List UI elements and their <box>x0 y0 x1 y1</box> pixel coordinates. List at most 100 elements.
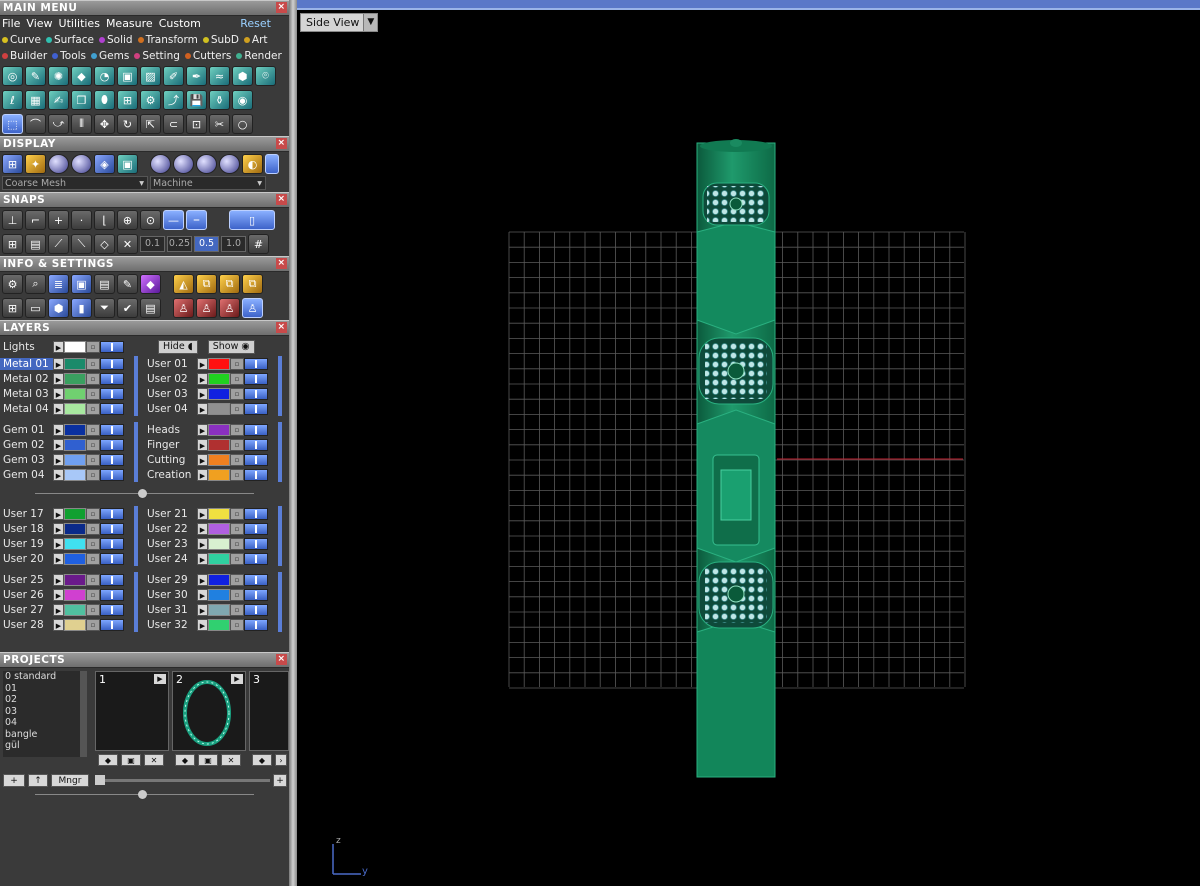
visibility-toggle[interactable] <box>100 372 124 385</box>
lock-icon[interactable]: ▫ <box>86 537 100 550</box>
lock-icon[interactable]: ▫ <box>230 552 244 565</box>
list-item[interactable]: 01 <box>5 683 83 695</box>
lock-icon[interactable]: ▫ <box>230 357 244 370</box>
lock-icon[interactable]: ▫ <box>230 573 244 586</box>
play-icon[interactable]: ▶ <box>197 603 208 616</box>
layer-color-swatch[interactable] <box>64 387 86 400</box>
figure-icon-3[interactable]: ♙ <box>219 298 240 318</box>
layer-row[interactable]: User 17 ▶ ▫ <box>0 506 124 521</box>
lock-icon[interactable]: ▫ <box>86 357 100 370</box>
pen-tool-icon[interactable]: ✒ <box>186 66 207 86</box>
document-icon[interactable]: ▤ <box>94 274 115 294</box>
lock-icon[interactable]: ▫ <box>230 387 244 400</box>
play-icon[interactable]: ▶ <box>197 552 208 565</box>
layer-row[interactable]: User 01 ▶ ▫ <box>144 356 268 371</box>
layer-color-swatch[interactable] <box>208 387 230 400</box>
play-icon[interactable]: ▶ <box>197 468 208 481</box>
visibility-toggle[interactable] <box>244 357 268 370</box>
visibility-toggle[interactable] <box>244 588 268 601</box>
projects-splitter[interactable] <box>0 790 289 799</box>
project-list[interactable]: 0 standard 01 02 03 04 bangle gül <box>3 671 83 757</box>
layer-color-swatch[interactable] <box>208 537 230 550</box>
snap-value-0.25[interactable]: 0.25 <box>167 236 192 252</box>
box-info-icon[interactable]: ▣ <box>71 274 92 294</box>
layer-color-swatch[interactable] <box>64 438 86 451</box>
module-surface[interactable]: Surface <box>45 32 94 48</box>
play-icon[interactable]: ▶ <box>53 402 64 415</box>
layer-row[interactable]: User 21 ▶ ▫ <box>144 506 268 521</box>
visibility-toggle[interactable] <box>244 402 268 415</box>
snap-diagonal-icon[interactable]: ⟋ <box>48 234 69 254</box>
close-icon[interactable]: × <box>276 2 287 13</box>
layer-row[interactable]: User 25 ▶ ▫ <box>0 572 124 587</box>
play-icon[interactable]: ▶ <box>197 402 208 415</box>
project-slot-1[interactable]: 1 ▶ <box>95 671 169 751</box>
layer-color-swatch[interactable] <box>208 603 230 616</box>
module-cutters[interactable]: Cutters <box>184 48 231 64</box>
frame-icon-3[interactable]: ⧉ <box>242 274 263 294</box>
lock-icon[interactable]: ▫ <box>86 603 100 616</box>
grid-display-icon[interactable]: ▣ <box>117 154 138 174</box>
play-icon[interactable]: ▶ <box>53 468 64 481</box>
layer-color-swatch[interactable] <box>64 423 86 436</box>
diamond-tool-icon[interactable]: ◆ <box>71 66 92 86</box>
play-icon[interactable]: ▶ <box>197 522 208 535</box>
load-icon[interactable]: ◆ <box>252 754 272 766</box>
play-icon[interactable]: ▶ <box>53 537 64 550</box>
render-icon[interactable]: ◈ <box>94 154 115 174</box>
figure-icon-4[interactable]: ♙ <box>242 298 263 318</box>
main-menu-header[interactable]: MAIN MENU × <box>0 0 289 16</box>
snap-perp-icon[interactable]: ⊥ <box>2 210 23 230</box>
visibility-toggle[interactable] <box>244 468 268 481</box>
lock-icon[interactable]: ▫ <box>230 402 244 415</box>
visibility-toggle[interactable] <box>100 537 124 550</box>
layer-row[interactable]: User 28 ▶ ▫ <box>0 617 124 632</box>
visibility-toggle[interactable] <box>244 522 268 535</box>
play-icon[interactable]: ▶ <box>53 372 64 385</box>
lock-icon[interactable]: ▫ <box>230 618 244 631</box>
lock-icon[interactable]: ▫ <box>230 438 244 451</box>
project-slot-2[interactable]: 2 ▶ <box>172 671 246 751</box>
visibility-toggle[interactable] <box>244 618 268 631</box>
snap-mode-button[interactable]: ▯ <box>229 210 275 230</box>
layer-color-swatch[interactable] <box>64 618 86 631</box>
play-icon[interactable]: ▶ <box>53 438 64 451</box>
layer-row[interactable]: User 23 ▶ ▫ <box>144 536 268 551</box>
snap-tangent-icon[interactable]: ⌐ <box>25 210 46 230</box>
play-icon[interactable]: ▶ <box>197 573 208 586</box>
viewport[interactable]: Side View ▼ z y <box>297 0 1200 886</box>
slot-scroll-thumb[interactable] <box>95 775 105 785</box>
layer-color-swatch[interactable] <box>64 537 86 550</box>
reset-button[interactable]: Reset <box>240 16 271 32</box>
figure-icon-2[interactable]: ♙ <box>196 298 217 318</box>
layer-color-swatch[interactable] <box>64 357 86 370</box>
visibility-toggle[interactable] <box>100 438 124 451</box>
lock-icon[interactable]: ▫ <box>86 340 100 353</box>
visibility-toggle[interactable] <box>100 340 124 353</box>
select-tool-icon[interactable]: ⬚ <box>2 114 23 134</box>
lock-icon[interactable]: ▫ <box>86 453 100 466</box>
snap-value-0.5[interactable]: 0.5 <box>194 236 219 252</box>
menu-file[interactable]: File <box>2 16 20 32</box>
checklist-icon[interactable]: ✔ <box>117 298 138 318</box>
layer-row[interactable]: User 19 ▶ ▫ <box>0 536 124 551</box>
visibility-toggle[interactable] <box>244 537 268 550</box>
layer-row[interactable]: Creation ▶ ▫ <box>144 467 268 482</box>
lock-icon[interactable]: ▫ <box>230 453 244 466</box>
lasso-tool-icon[interactable]: ℓ <box>2 90 23 110</box>
circle-tool-icon[interactable]: ○ <box>232 114 253 134</box>
cube-tool-icon[interactable]: ⬢ <box>232 66 253 86</box>
notes-icon[interactable]: ✎ <box>117 274 138 294</box>
add-slot-button[interactable]: + <box>273 774 287 787</box>
scale-tool-icon[interactable]: ⇱ <box>140 114 161 134</box>
layers-splitter[interactable] <box>0 489 289 498</box>
snap-plane-icon[interactable]: ◇ <box>94 234 115 254</box>
visibility-toggle[interactable] <box>100 588 124 601</box>
visibility-toggle[interactable] <box>100 387 124 400</box>
layer-color-swatch[interactable] <box>208 453 230 466</box>
ring-tool-icon[interactable]: ⌾ <box>255 66 276 86</box>
ring-model[interactable] <box>696 139 776 778</box>
play-icon[interactable]: ▶ <box>197 387 208 400</box>
arc-tool-icon[interactable]: ⌒ <box>25 114 46 134</box>
lock-icon[interactable]: ▫ <box>86 372 100 385</box>
